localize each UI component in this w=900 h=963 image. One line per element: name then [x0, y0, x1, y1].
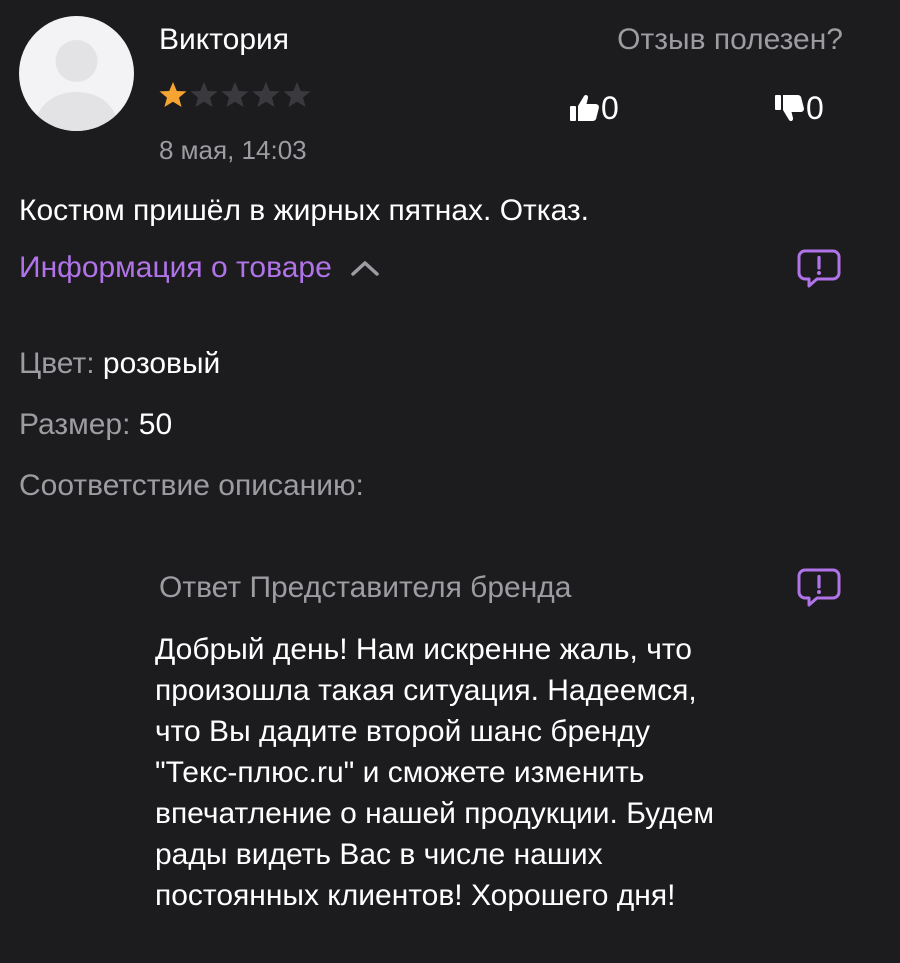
star-filled-icon — [159, 82, 187, 107]
report-bubble-icon — [797, 568, 841, 607]
chevron-up-icon — [351, 261, 379, 276]
brand-reply-text: Добрый день! Нам искренне жаль, что прои… — [155, 633, 715, 912]
attribute-description-match-label: Соответствие описанию: — [19, 469, 364, 502]
attribute-description-match: Соответствие описанию: — [19, 466, 364, 506]
report-reply-button[interactable] — [797, 568, 841, 608]
like-count: 0 — [601, 90, 619, 126]
author-name: Виктория — [159, 23, 290, 56]
avatar — [19, 16, 134, 131]
review-text: Костюм пришёл в жирных пятнах. Отказ. — [19, 194, 589, 227]
helpful-question: Отзыв полезен? — [617, 23, 843, 56]
review-date: 8 мая, 14:03 — [159, 135, 307, 165]
like-button[interactable]: 0 — [569, 88, 619, 128]
product-info-toggle[interactable]: Информация о товаре — [19, 248, 380, 288]
star-empty-icon — [221, 82, 249, 107]
attribute-size-value: 50 — [138, 408, 173, 441]
thumbs-down-icon — [775, 95, 804, 122]
thumbs-up-icon — [570, 94, 599, 121]
attribute-color: Цвет: розовый — [19, 344, 220, 384]
attribute-color-label: Цвет: — [19, 347, 95, 380]
report-review-button[interactable] — [797, 249, 841, 289]
rating-stars — [158, 80, 312, 112]
dislike-button[interactable]: 0 — [774, 88, 824, 128]
attribute-color-value: розовый — [102, 347, 221, 380]
star-empty-icon — [283, 82, 311, 107]
product-info-toggle-label: Информация о товаре — [19, 251, 332, 284]
attribute-size-label: Размер: — [19, 408, 131, 441]
star-empty-icon — [190, 82, 218, 107]
dislike-count: 0 — [806, 90, 824, 126]
attribute-size: Размер: 50 — [19, 405, 172, 445]
user-placeholder-icon — [33, 40, 120, 131]
report-bubble-icon — [797, 249, 841, 288]
brand-reply-title: Ответ Представителя бренда — [159, 571, 572, 604]
star-empty-icon — [252, 82, 280, 107]
